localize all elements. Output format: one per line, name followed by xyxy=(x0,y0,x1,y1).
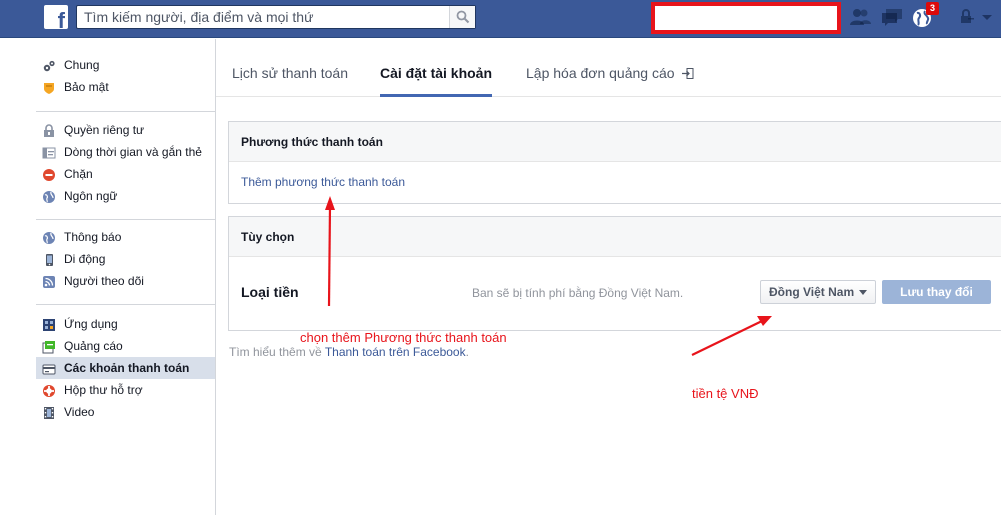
annotation-currency: tiền tệ VNĐ xyxy=(692,386,759,401)
arrowhead-right-icon xyxy=(757,316,772,326)
annotation-arrows xyxy=(325,196,772,356)
annotation-add-method: chọn thêm Phương thức thanh toán xyxy=(300,330,507,345)
arrow-to-currency-select xyxy=(691,320,763,356)
arrow-to-add-method xyxy=(327,205,332,307)
arrowhead-up-icon xyxy=(325,196,335,210)
